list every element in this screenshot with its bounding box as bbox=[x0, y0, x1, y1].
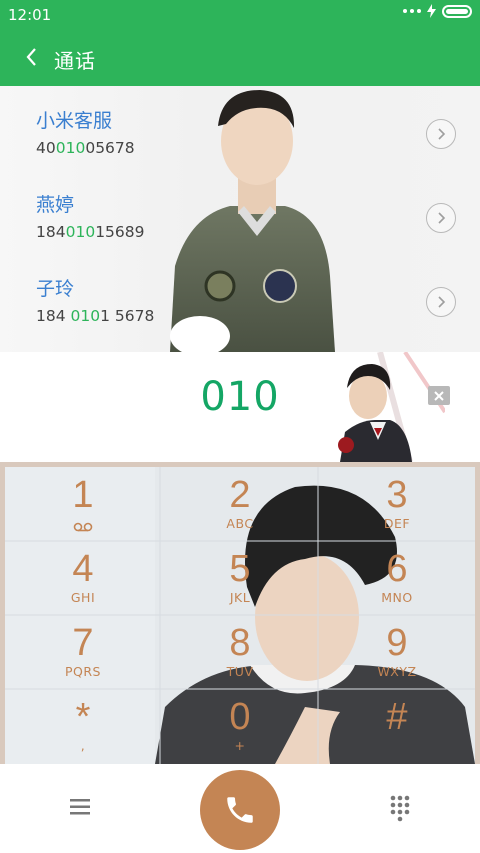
dialpad-icon[interactable] bbox=[384, 792, 416, 824]
app-bar: 通话 bbox=[0, 30, 480, 86]
dialpad-keys: 1 2 ABC 3 DEF 4 GHI 5 JKL 6 MNO 7 PQRS 8… bbox=[5, 467, 475, 764]
status-icons bbox=[403, 4, 472, 18]
call-button[interactable] bbox=[200, 770, 280, 850]
dial-input-area: 010 bbox=[0, 352, 480, 462]
chevron-right-icon bbox=[438, 212, 446, 224]
contact-detail-button[interactable] bbox=[426, 203, 456, 233]
voicemail-icon bbox=[73, 522, 93, 532]
key-0[interactable]: 0 + bbox=[162, 689, 318, 763]
delete-button[interactable] bbox=[428, 386, 450, 405]
phone-icon bbox=[227, 797, 253, 823]
contact-results: 小米客服 4001005678 燕婷 18401015689 子玲 184 01… bbox=[0, 86, 480, 352]
contact-name: 子玲 bbox=[36, 278, 75, 300]
signal-dots-icon bbox=[403, 9, 421, 13]
battery-icon bbox=[442, 4, 472, 18]
chevron-right-icon bbox=[438, 128, 446, 140]
chevron-left-icon[interactable] bbox=[18, 42, 48, 72]
contact-number: 4001005678 bbox=[36, 139, 135, 157]
bottom-action-bar bbox=[0, 764, 480, 853]
key-7[interactable]: 7 PQRS bbox=[5, 615, 161, 689]
contact-row[interactable]: 子玲 184 0101 5678 bbox=[36, 274, 456, 344]
dialed-number: 010 bbox=[200, 374, 280, 420]
key-8[interactable]: 8 TUV bbox=[162, 615, 318, 689]
contact-row[interactable]: 燕婷 18401015689 bbox=[36, 190, 456, 260]
status-time: 12:01 bbox=[8, 6, 52, 24]
contact-name: 燕婷 bbox=[36, 194, 75, 216]
contact-name: 小米客服 bbox=[36, 110, 113, 132]
backspace-icon bbox=[434, 390, 444, 401]
dialpad: 1 2 ABC 3 DEF 4 GHI 5 JKL 6 MNO 7 PQRS 8… bbox=[0, 462, 480, 764]
key-3[interactable]: 3 DEF bbox=[319, 467, 475, 541]
status-bar: 12:01 bbox=[0, 0, 480, 30]
key-star[interactable]: * , bbox=[5, 689, 161, 763]
key-hash[interactable]: # bbox=[319, 689, 475, 763]
key-2[interactable]: 2 ABC bbox=[162, 467, 318, 541]
key-1[interactable]: 1 bbox=[5, 467, 161, 541]
menu-icon[interactable] bbox=[62, 792, 98, 822]
chevron-right-icon bbox=[438, 296, 446, 308]
key-6[interactable]: 6 MNO bbox=[319, 541, 475, 615]
charging-bolt-icon bbox=[427, 4, 436, 18]
contact-row[interactable]: 小米客服 4001005678 bbox=[36, 106, 456, 176]
contact-number: 18401015689 bbox=[36, 223, 145, 241]
page-title: 通话 bbox=[54, 49, 96, 73]
contact-detail-button[interactable] bbox=[426, 119, 456, 149]
key-9[interactable]: 9 WXYZ bbox=[319, 615, 475, 689]
key-5[interactable]: 5 JKL bbox=[162, 541, 318, 615]
contact-number: 184 0101 5678 bbox=[36, 307, 155, 325]
contact-detail-button[interactable] bbox=[426, 287, 456, 317]
key-4[interactable]: 4 GHI bbox=[5, 541, 161, 615]
